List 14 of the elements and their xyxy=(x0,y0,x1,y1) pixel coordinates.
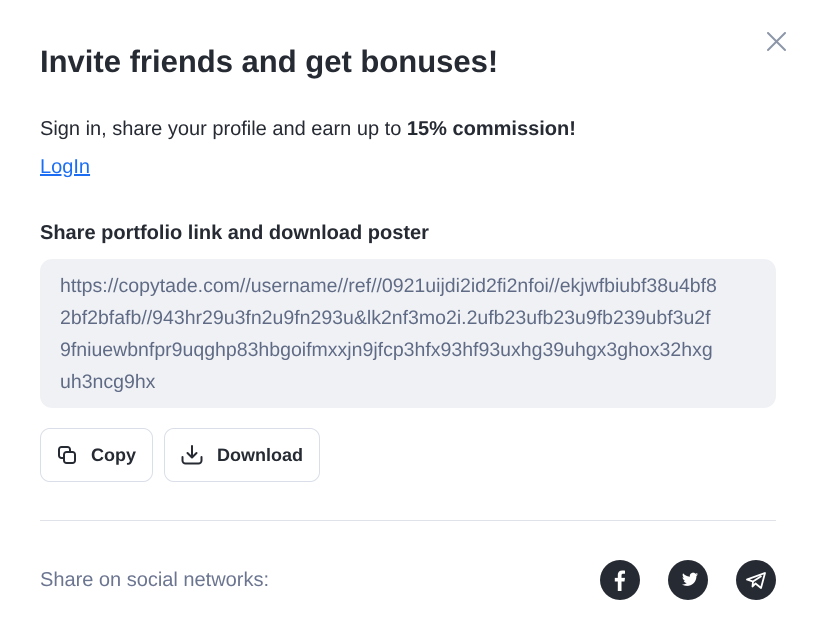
section-label: Share portfolio link and download poster xyxy=(40,221,429,246)
download-icon xyxy=(181,445,203,465)
telegram-icon[interactable] xyxy=(736,560,776,600)
copy-icon xyxy=(57,445,77,465)
login-link[interactable]: LogIn xyxy=(40,154,90,180)
social-label: Share on social networks: xyxy=(40,568,270,593)
subtitle-text: Sign in, share your profile and earn up to 15% commission! xyxy=(40,117,576,142)
twitter-icon[interactable] xyxy=(668,560,708,600)
dialog-title: Invite friends and get bonuses! xyxy=(40,43,498,81)
close-icon[interactable] xyxy=(767,32,786,51)
facebook-icon[interactable] xyxy=(600,560,640,600)
link-text: https://copytade.com//username//ref//0921uijdi2id2fi2nfoi//ekjwfbiubf38u4bf82bf2bfafb//943hr29u3fn2u9fn293u&lk2nf3mo2i.2ufb23ufb23u9fb239ubf3u2f9fniuewbnfpr9uqghp83hbgoifmxxjn9jfcp3hfx93hf93uxhg39uhgx3ghox32hxguh3ncg9hx xyxy=(60,274,718,395)
download-button[interactable]: Download xyxy=(164,428,320,482)
copy-button[interactable]: Copy xyxy=(40,428,153,482)
